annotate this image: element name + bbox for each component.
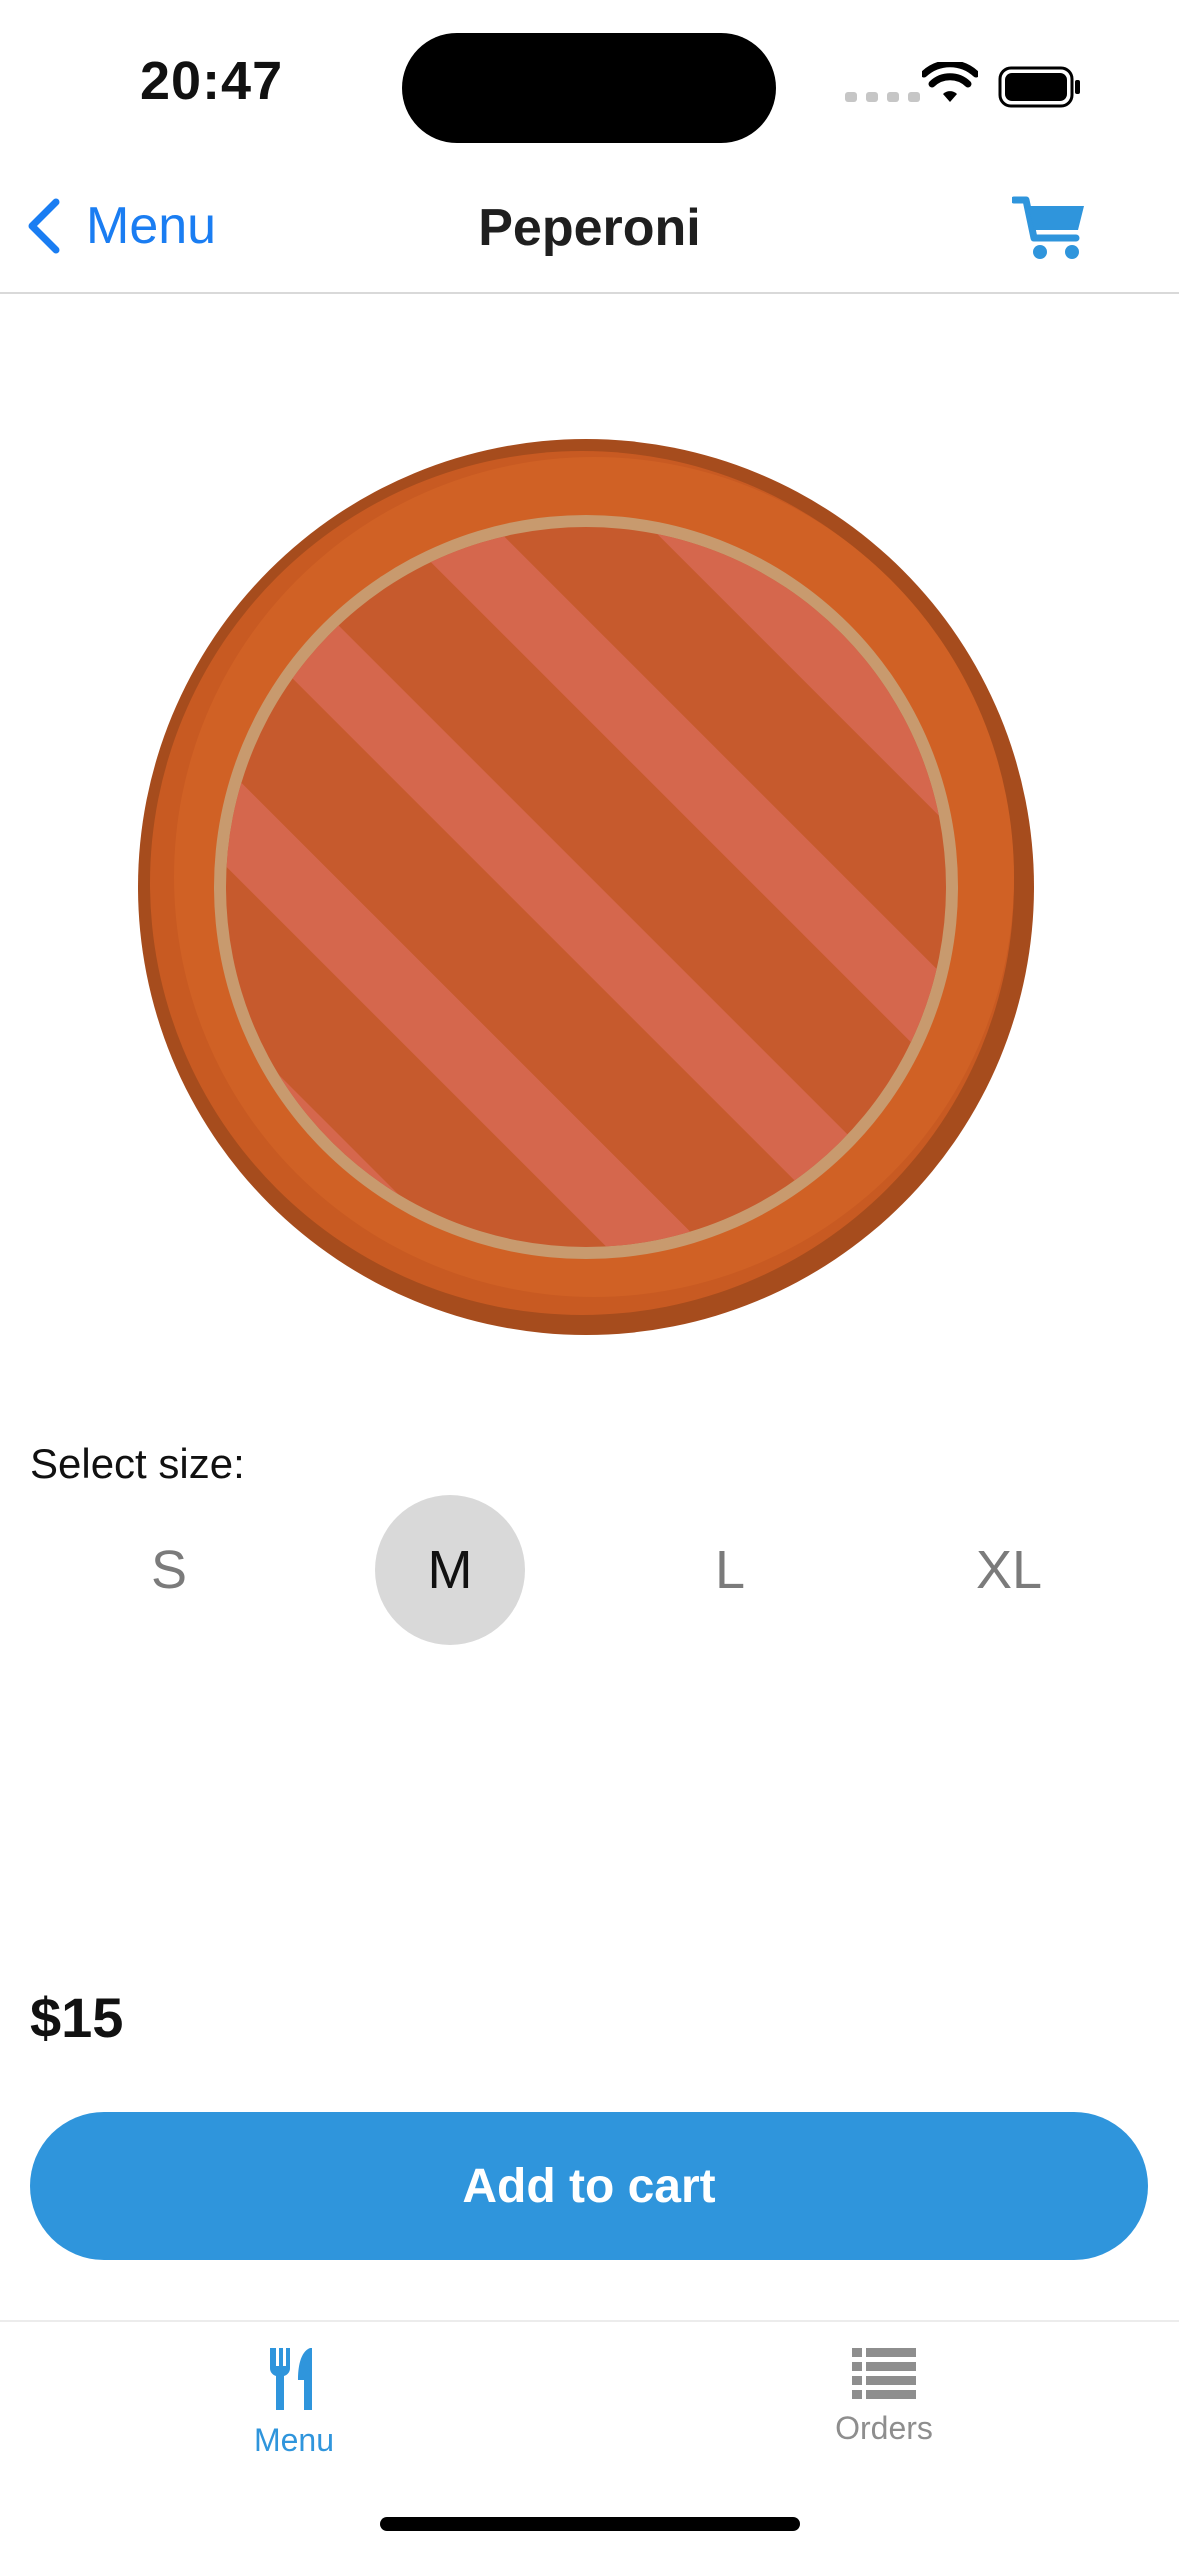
cart-icon [1010,196,1084,259]
utensils-icon [269,2348,312,2410]
size-option-xl[interactable]: XL [934,1495,1084,1645]
size-option-l[interactable]: L [655,1495,805,1645]
tab-orders-label: Orders [835,2410,933,2446]
cart-button[interactable] [1010,194,1088,267]
size-prompt: Select size: [30,1440,245,1487]
size-option-s[interactable]: S [94,1495,244,1645]
status-time: 20:47 [140,51,284,111]
dynamic-island [402,33,776,143]
home-indicator [380,2517,800,2531]
price: $15 [30,1986,124,2049]
tab-menu[interactable]: Menu [144,2346,444,2459]
status-bar: 20:47 [0,0,1179,170]
wifi-icon [922,62,978,102]
size-option-m[interactable]: M [375,1495,525,1645]
tab-menu-label: Menu [253,2422,335,2458]
navigation-bar: Menu Peperoni [0,170,1179,294]
page-title: Peperoni [478,199,701,257]
cellular-signal-icon [845,92,920,102]
tab-orders[interactable]: Orders [734,2346,1034,2447]
add-to-cart-button[interactable]: Add to cart [30,2112,1148,2260]
pizza-icon [138,439,1034,1335]
battery-icon [998,66,1080,108]
list-icon [852,2348,916,2399]
